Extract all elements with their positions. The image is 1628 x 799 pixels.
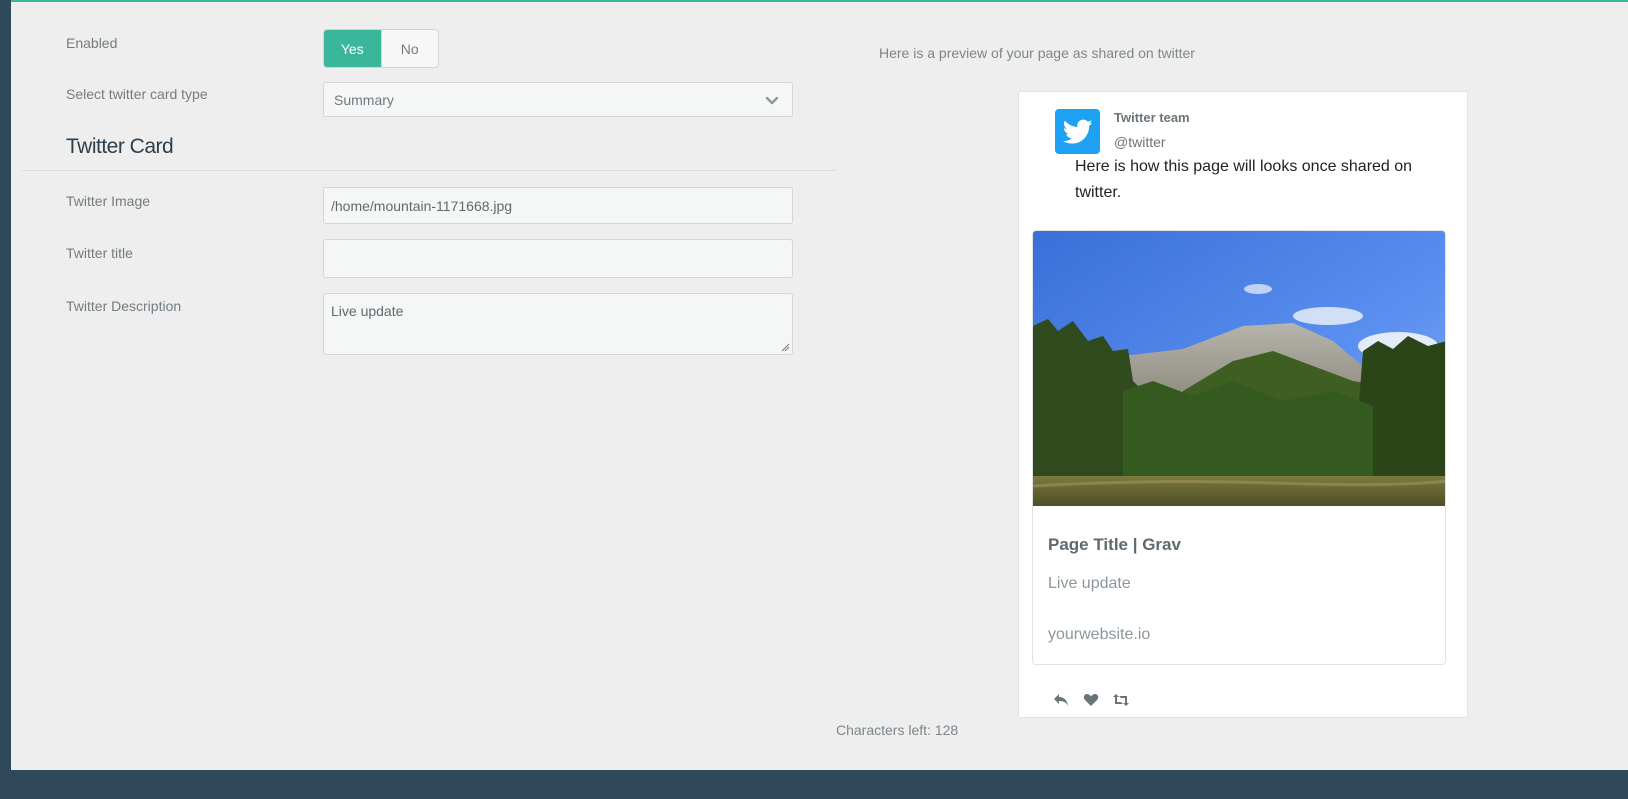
enabled-label: Enabled bbox=[66, 35, 118, 51]
tweet-author-handle: @twitter bbox=[1114, 134, 1166, 150]
twitter-description-value: Live update bbox=[331, 303, 404, 319]
section-divider bbox=[22, 170, 836, 171]
heart-icon[interactable] bbox=[1082, 691, 1100, 709]
twitter-description-textarea[interactable]: Live update bbox=[323, 293, 793, 355]
mountain-landscape-image bbox=[1033, 231, 1445, 506]
tweet-preview-card: Twitter team @twitter Here is how this p… bbox=[1018, 91, 1468, 718]
bottom-bar bbox=[0, 770, 1628, 799]
card-type-value: Summary bbox=[334, 91, 394, 108]
twitter-image-input[interactable]: /home/mountain-1171668.jpg bbox=[323, 187, 793, 224]
tweet-text: Here is how this page will looks once sh… bbox=[1075, 158, 1413, 201]
tweet-author-name: Twitter team bbox=[1114, 110, 1190, 125]
retweet-icon[interactable] bbox=[1112, 691, 1130, 709]
enabled-no-option[interactable]: No bbox=[380, 30, 439, 67]
card-type-label: Select twitter card type bbox=[66, 86, 208, 102]
twitter-image-label: Twitter Image bbox=[66, 193, 151, 209]
card-type-select[interactable]: Summary bbox=[323, 82, 793, 117]
reply-icon[interactable] bbox=[1052, 691, 1070, 709]
card-url[interactable]: yourwebsite.io bbox=[1048, 626, 1150, 644]
tweet-actions bbox=[1052, 691, 1130, 709]
section-title: Twitter Card bbox=[66, 135, 174, 158]
card-title: Page Title | Grav bbox=[1048, 535, 1181, 554]
main-panel: Enabled Yes No Select twitter card type … bbox=[11, 2, 1628, 770]
twitter-title-input[interactable] bbox=[323, 239, 793, 278]
link-preview-card[interactable]: Page Title | Grav Live update yourwebsit… bbox=[1032, 230, 1446, 665]
enabled-toggle[interactable]: Yes No bbox=[323, 29, 439, 68]
preview-note: Here is a preview of your page as shared… bbox=[879, 45, 1195, 61]
left-sidebar-strip bbox=[0, 0, 11, 770]
enabled-yes-option[interactable]: Yes bbox=[324, 30, 381, 67]
twitter-title-label: Twitter title bbox=[66, 245, 133, 261]
characters-left: Characters left: 128 bbox=[836, 722, 959, 738]
chevron-down-icon bbox=[765, 96, 779, 105]
resize-handle-icon[interactable] bbox=[781, 343, 790, 352]
twitter-logo-icon bbox=[1055, 109, 1100, 154]
twitter-description-label: Twitter Description bbox=[66, 298, 182, 314]
card-description: Live update bbox=[1048, 575, 1131, 592]
